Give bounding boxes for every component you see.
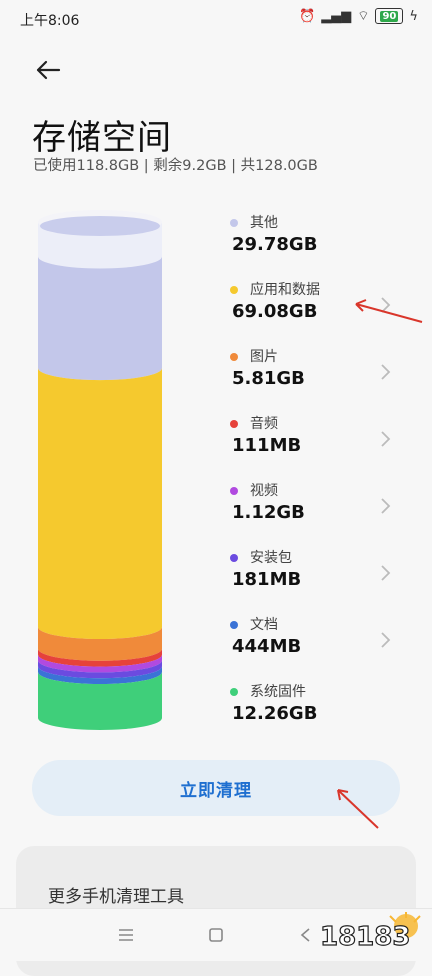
- home-square-icon: [209, 928, 223, 942]
- cylinder-inner-surface: [40, 216, 160, 236]
- category-color-dot: [230, 353, 238, 361]
- back-triangle-icon: [300, 928, 310, 942]
- storage-cylinder-chart: [38, 210, 162, 730]
- category-size: 444MB: [232, 636, 302, 657]
- category-name: 文档: [250, 617, 278, 633]
- category-size: 5.81GB: [232, 368, 305, 389]
- storage-summary: 已使用118.8GB | 剩余9.2GB | 共128.0GB: [33, 158, 318, 174]
- chevron-right-icon: [381, 364, 391, 380]
- storage-category-item[interactable]: 图片 5.81GB: [230, 346, 410, 413]
- status-icons: ⏰ ▂▄▆ ⌔ 90 ϟ: [299, 8, 418, 24]
- alarm-icon: ⏰: [299, 8, 316, 24]
- category-name: 安装包: [250, 550, 292, 566]
- watermark-text: 18183: [320, 922, 410, 952]
- menu-nav-button[interactable]: [114, 923, 138, 947]
- chevron-right-icon: [381, 498, 391, 514]
- category-color-dot: [230, 420, 238, 428]
- status-time: 上午8:06: [20, 13, 80, 29]
- chevron-right-icon: [381, 632, 391, 648]
- storage-category-item[interactable]: 文档 444MB: [230, 614, 410, 681]
- category-size: 12.26GB: [232, 703, 318, 724]
- cylinder-segment: [38, 256, 162, 381]
- cylinder-segment: [38, 368, 162, 640]
- wifi-icon: ⌔: [357, 9, 370, 24]
- page-title: 存储空间: [32, 118, 172, 158]
- category-name: 应用和数据: [250, 282, 320, 298]
- back-button[interactable]: [30, 54, 66, 86]
- category-color-dot: [230, 286, 238, 294]
- charging-icon: ϟ: [409, 8, 418, 24]
- annotation-arrow: [337, 789, 379, 829]
- category-size: 69.08GB: [232, 301, 318, 322]
- category-color-dot: [230, 487, 238, 495]
- category-name: 其他: [250, 215, 278, 231]
- category-name: 图片: [250, 349, 278, 365]
- category-size: 29.78GB: [232, 234, 318, 255]
- chevron-right-icon: [381, 565, 391, 581]
- storage-category-item[interactable]: 视频 1.12GB: [230, 480, 410, 547]
- annotation-arrow: [355, 299, 423, 323]
- battery-icon: 90: [375, 8, 404, 24]
- category-name: 音频: [250, 416, 278, 432]
- watermark-logo: 18183: [319, 912, 421, 953]
- signal-icon: ▂▄▆: [321, 8, 352, 24]
- storage-category-item: 系统固件 12.26GB: [230, 681, 410, 748]
- category-color-dot: [230, 219, 238, 227]
- category-name: 视频: [250, 483, 278, 499]
- menu-icon: [119, 929, 133, 941]
- storage-category-item[interactable]: 安装包 181MB: [230, 547, 410, 614]
- category-size: 181MB: [232, 569, 302, 590]
- chevron-right-icon: [381, 431, 391, 447]
- category-color-dot: [230, 688, 238, 696]
- battery-level: 90: [380, 10, 399, 22]
- home-nav-button[interactable]: [204, 923, 228, 947]
- category-color-dot: [230, 554, 238, 562]
- more-cleanup-tools-title: 更多手机清理工具: [48, 887, 184, 907]
- back-arrow-icon: [36, 60, 61, 80]
- status-bar: 上午8:06 ⏰ ▂▄▆ ⌔ 90 ϟ: [0, 0, 432, 38]
- category-size: 1.12GB: [232, 502, 305, 523]
- category-name: 系统固件: [250, 684, 306, 700]
- category-size: 111MB: [232, 435, 302, 456]
- storage-category-item[interactable]: 音频 111MB: [230, 413, 410, 480]
- storage-category-item: 其他 29.78GB: [230, 212, 410, 279]
- category-color-dot: [230, 621, 238, 629]
